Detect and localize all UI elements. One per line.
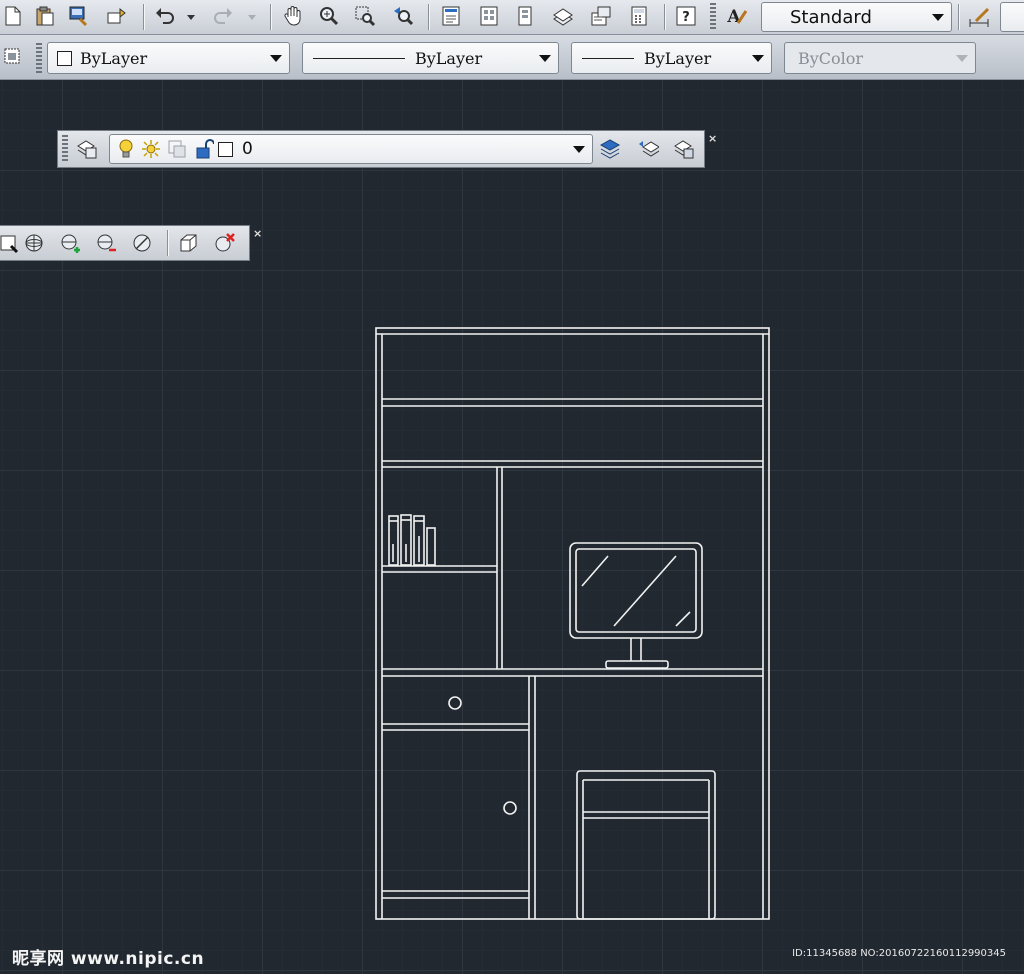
watermark-left: 昵享网 www.nipic.cn [12, 949, 205, 969]
make-object-layer-current-icon[interactable] [597, 136, 623, 162]
box-3d-icon[interactable] [175, 230, 201, 256]
remove-light-icon[interactable] [93, 230, 119, 256]
chevron-down-icon [573, 146, 585, 153]
sun-thaw-icon [142, 140, 160, 158]
render-icon[interactable] [0, 230, 23, 256]
no-material-icon[interactable] [129, 230, 155, 256]
cabinet-outer-frame [375, 327, 770, 920]
layer-color-swatch [218, 141, 233, 157]
hide-icon[interactable] [21, 230, 47, 256]
stool [576, 770, 716, 920]
layer-states-icon[interactable] [671, 136, 697, 162]
lightbulb-on-icon [119, 139, 133, 158]
add-light-icon[interactable] [57, 230, 83, 256]
door-knob [503, 801, 517, 815]
viewport-freeze-icon [168, 140, 186, 158]
render-toolbar [0, 225, 250, 261]
current-layer-name: 0 [242, 139, 253, 159]
unlock-icon [196, 139, 214, 159]
separator [167, 230, 168, 256]
layer-previous-icon[interactable] [635, 136, 661, 162]
books [388, 514, 436, 566]
layer-properties-manager-icon[interactable] [74, 136, 100, 162]
toolbar-grip[interactable] [62, 135, 68, 163]
layer-select[interactable]: 0 [109, 134, 593, 164]
layer-state-icons: 0 [116, 138, 253, 160]
delete-render-icon[interactable] [211, 230, 237, 256]
drawer-knob [448, 696, 462, 710]
watermark-right: ID:11345688 NO:20160722160112990345 [792, 948, 1006, 959]
render-toolbar-close-icon[interactable]: × [253, 227, 262, 240]
monitor [569, 542, 703, 669]
layers-toolbar-close-icon[interactable]: × [708, 132, 717, 145]
layers-toolbar: 0 [57, 130, 705, 168]
